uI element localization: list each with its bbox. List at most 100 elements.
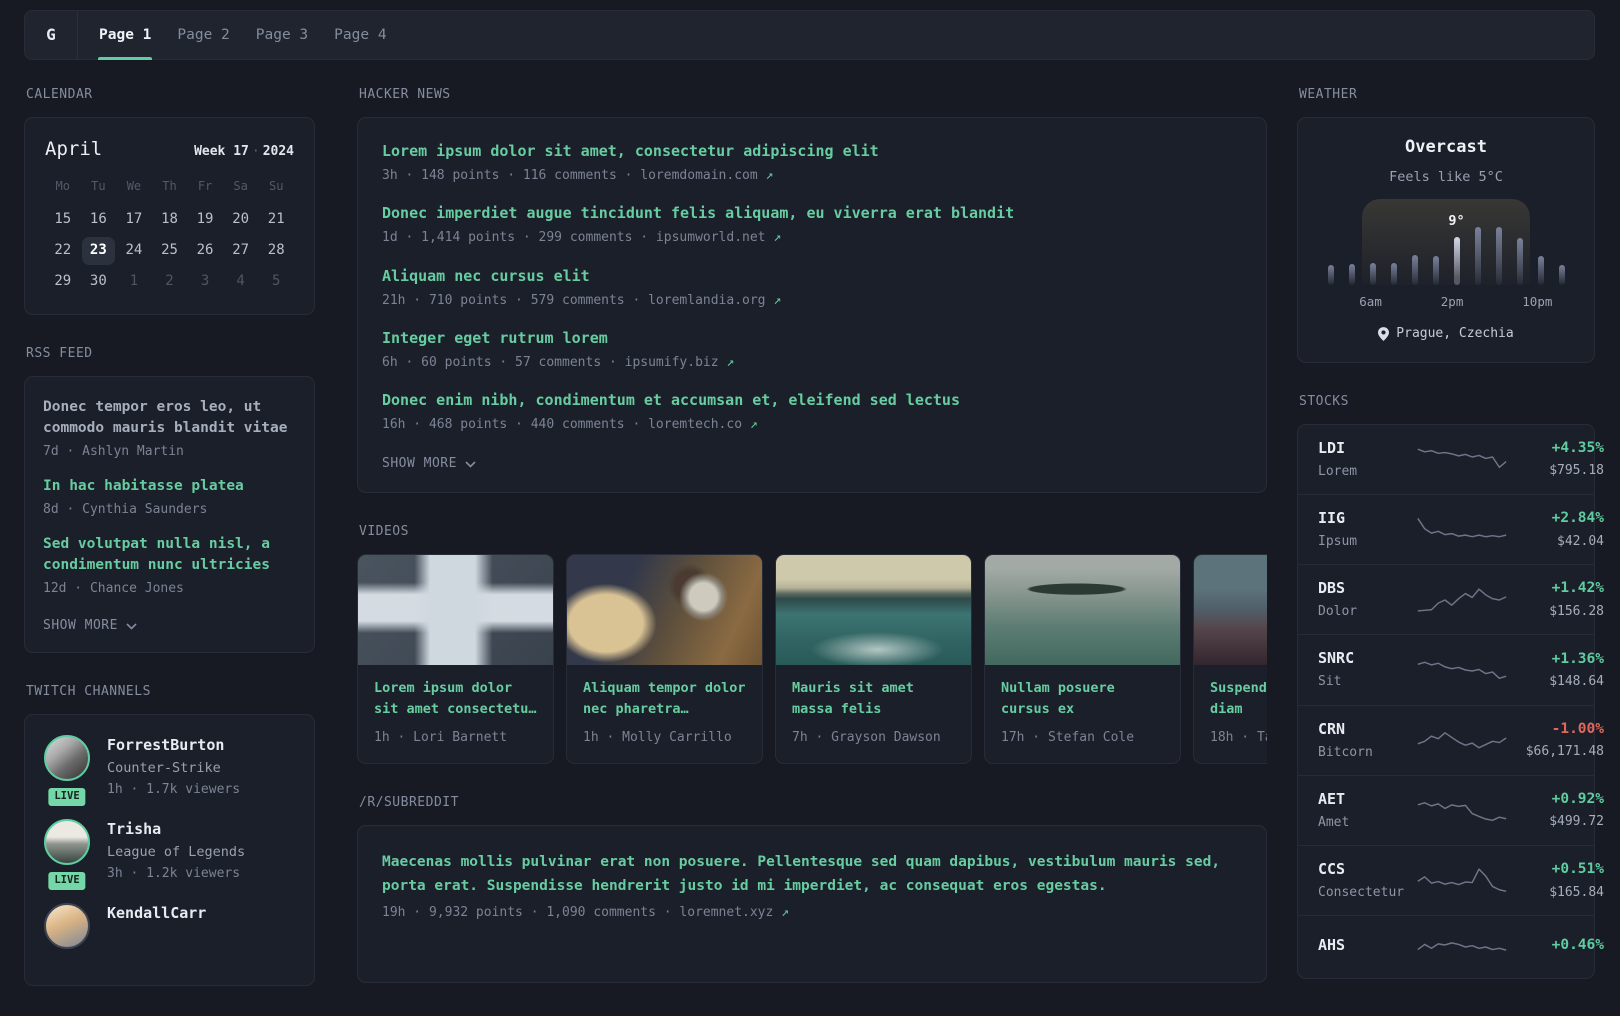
rss-item: Sed volutpat nulla nisl, a condimentum n… xyxy=(43,534,296,598)
calendar-week-year: Week 17 · 2024 xyxy=(194,143,294,161)
live-badge: LIVE xyxy=(46,786,88,808)
stock-row-right: +1.36% $148.64 xyxy=(1508,649,1604,691)
hackernews-item-meta: 16h · 468 points · 440 comments · loremt… xyxy=(382,416,758,432)
subreddit-card: Maecenas mollis pulvinar erat non posuer… xyxy=(357,825,1267,984)
video-card[interactable]: Aliquam tempor dolor nec pharetra… 1h · M… xyxy=(566,553,763,764)
tab-page-3[interactable]: Page 3 xyxy=(243,11,321,59)
chevron-down-icon xyxy=(126,623,137,631)
twitch-channel-row[interactable]: LIVE ForrestBurton Counter-Strike 1h · 1.7k… xyxy=(43,734,296,808)
stock-name: Sit xyxy=(1318,674,1342,690)
video-card[interactable]: Suspendisse justo diam 18h · Tara xyxy=(1193,553,1267,764)
video-thumbnail xyxy=(776,554,971,665)
weather-tick-label xyxy=(1421,293,1441,311)
twitch-channel-meta: 1h · 1.7k viewers xyxy=(107,781,241,797)
video-title[interactable]: Mauris sit amet massa felis xyxy=(792,678,955,720)
app-logo: G xyxy=(46,24,56,44)
hackernews-show-more-label: SHOW MORE xyxy=(382,456,457,472)
hackernews-item-title[interactable]: Donec enim nibh, condimentum et accumsan… xyxy=(382,389,1242,411)
weather-bar xyxy=(1348,263,1355,285)
video-card[interactable]: Nullam posuere cursus ex 17h · Stefan Col… xyxy=(984,553,1181,764)
chevron-down-icon xyxy=(465,461,476,468)
stock-symbol: IIG xyxy=(1318,508,1346,527)
weather-location-row: Prague, Czechia xyxy=(1318,325,1574,343)
twitch-section: TWITCH CHANNELS LIVE ForrestBurton Counter… xyxy=(24,683,315,987)
nav-tabs: Page 1 Page 2 Page 3 Page 4 xyxy=(78,11,400,60)
weather-chart-cell xyxy=(1530,199,1551,285)
weather-tick-label xyxy=(1463,293,1483,311)
rss-show-more-button[interactable]: SHOW MORE xyxy=(43,617,137,635)
stock-row-left: DBS Dolor xyxy=(1318,578,1416,621)
calendar-year: 2024 xyxy=(262,144,294,160)
twitch-channel-game: League of Legends xyxy=(107,843,246,860)
calendar-day-number: 1 xyxy=(129,273,139,290)
video-thumbnail xyxy=(985,554,1180,665)
hackernews-item-title[interactable]: Aliquam nec cursus elit xyxy=(382,265,1242,287)
video-card[interactable]: Lorem ipsum dolor sit amet consectetu… 1h… xyxy=(357,553,554,764)
video-title[interactable]: Lorem ipsum dolor sit amet consectetu… xyxy=(374,678,537,720)
hackernews-card: Lorem ipsum dolor sit amet, consectetur … xyxy=(357,117,1267,493)
stock-row: CRN Bitcorn -1.00% $66,171.48 xyxy=(1298,704,1604,775)
video-title[interactable]: Nullam posuere cursus ex xyxy=(1001,678,1164,720)
rss-items: Donec tempor eros leo, ut commodo mauris… xyxy=(43,397,296,599)
stock-row: LDI Lorem +4.35% $795.18 xyxy=(1298,425,1604,494)
stock-row-left: CCS Consectetur xyxy=(1318,859,1416,902)
stock-change: +2.84% xyxy=(1551,510,1604,527)
calendar-day-number: 28 xyxy=(267,242,285,259)
hackernews-item-title[interactable]: Integer eget rutrum lorem xyxy=(382,327,1242,349)
hackernews-item-meta: 3h · 148 points · 116 comments · loremdo… xyxy=(382,168,774,184)
calendar-day-cell: 4 xyxy=(223,267,259,298)
stock-change: -1.00% xyxy=(1551,720,1604,737)
video-card[interactable]: Mauris sit amet massa felis 7h · Grayson … xyxy=(775,553,972,764)
hackernews-section: HACKER NEWS Lorem ipsum dolor sit amet, … xyxy=(357,86,1267,493)
hackernews-show-more-button[interactable]: SHOW MORE xyxy=(382,455,476,473)
rss-item-title[interactable]: Sed volutpat nulla nisl, a condimentum n… xyxy=(43,534,296,576)
stock-name: Lorem xyxy=(1318,463,1358,479)
video-title[interactable]: Suspendisse justo diam xyxy=(1210,678,1267,720)
weather-card: Overcast Feels like 5°C 9° 6am 2pm 10pm Pr… xyxy=(1297,117,1595,363)
stock-price: $42.04 xyxy=(1557,533,1604,549)
calendar-day-cell: 15 xyxy=(45,205,81,236)
weather-tick-label xyxy=(1340,293,1360,311)
weather-chart-cell xyxy=(1383,199,1404,285)
weather-bar xyxy=(1432,255,1439,285)
stock-name: Dolor xyxy=(1318,604,1358,620)
weather-section-label: WEATHER xyxy=(1299,87,1358,102)
video-card-body: Suspendisse justo diam 18h · Tara xyxy=(1194,665,1267,763)
avatar xyxy=(44,903,90,950)
rss-item-title[interactable]: Donec tempor eros leo, ut commodo mauris… xyxy=(43,397,296,439)
calendar-day-cell: 17 xyxy=(116,205,152,236)
video-title[interactable]: Aliquam tempor dolor nec pharetra… xyxy=(583,678,746,720)
right-column: WEATHER Overcast Feels like 5°C 9° 6am 2p… xyxy=(1297,86,1604,1009)
tab-page-2[interactable]: Page 2 xyxy=(164,11,242,59)
stock-row: IIG Ipsum +2.84% $42.04 xyxy=(1298,493,1604,564)
weather-tick-label xyxy=(1402,293,1422,311)
hackernews-item-title[interactable]: Donec imperdiet augue tincidunt felis al… xyxy=(382,202,1242,224)
calendar-day-cell: 24 xyxy=(116,236,152,267)
external-link-icon: ↗ xyxy=(749,416,758,432)
weather-chart-cell xyxy=(1320,199,1341,285)
twitch-channel-row[interactable]: KendallCarr xyxy=(43,903,296,950)
stocks-rows: LDI Lorem +4.35% $795.18 IIG Ipsum +2.84% $42.0… xyxy=(1298,425,1604,978)
stock-change: +1.36% xyxy=(1551,650,1604,667)
hackernews-item-title[interactable]: Lorem ipsum dolor sit amet, consectetur … xyxy=(382,140,1242,162)
videos-row: Lorem ipsum dolor sit amet consectetu… 1h… xyxy=(357,553,1267,764)
external-link-icon: ↗ xyxy=(781,905,789,921)
twitch-channel-name: Trisha xyxy=(107,819,162,838)
calendar-day-cell: 20 xyxy=(223,205,259,236)
calendar-day-number: 2 xyxy=(165,273,174,290)
tab-page-1[interactable]: Page 1 xyxy=(86,11,164,60)
calendar-dow-label: Mo xyxy=(55,178,70,193)
weather-tick-label xyxy=(1320,293,1340,311)
rss-item-title[interactable]: In hac habitasse platea xyxy=(43,476,296,497)
twitch-channel-info: ForrestBurton Counter-Strike 1h · 1.7k vie… xyxy=(107,735,240,799)
weather-bar xyxy=(1537,255,1544,285)
twitch-channel-row[interactable]: LIVE Trisha League of Legends 3h · 1.2k vie… xyxy=(43,818,296,893)
weather-tick-label: 2pm xyxy=(1440,293,1464,309)
calendar-week: Week 17 xyxy=(194,144,249,160)
calendar-day-number: 15 xyxy=(54,211,72,228)
tab-page-4[interactable]: Page 4 xyxy=(321,11,399,59)
external-link-icon: ↗ xyxy=(726,354,735,370)
twitch-section-label: TWITCH CHANNELS xyxy=(26,683,151,699)
weather-chart-cell xyxy=(1551,199,1572,285)
subreddit-post-title[interactable]: Maecenas mollis pulvinar erat non posuer… xyxy=(382,850,1242,898)
